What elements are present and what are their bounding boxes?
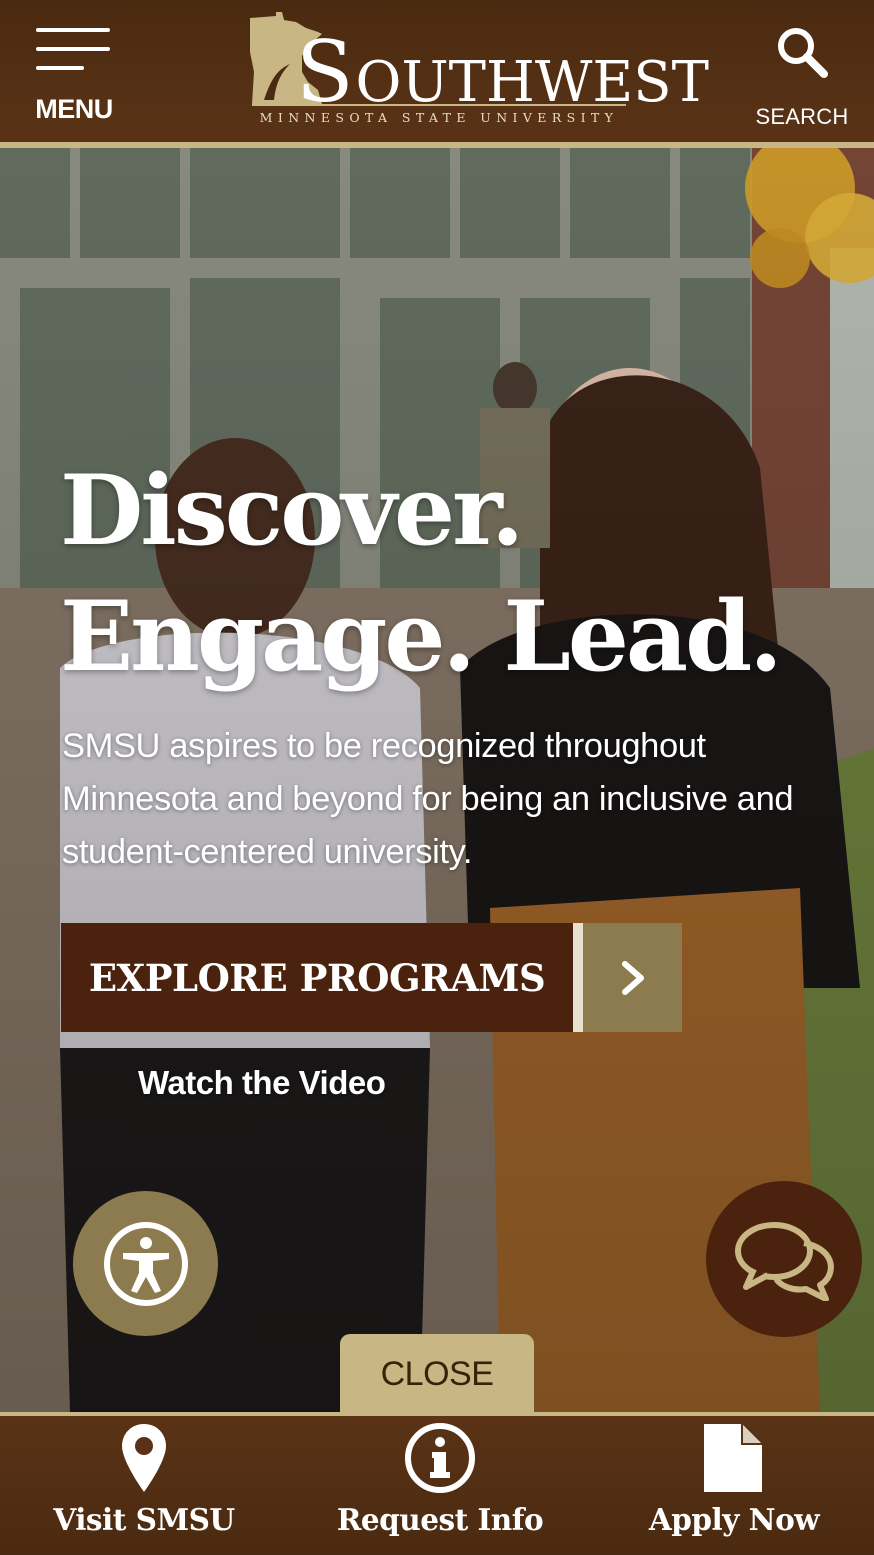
chevron-right-icon — [621, 960, 644, 995]
visit-smsu-button[interactable]: Visit SMSU — [40, 1416, 248, 1555]
bottom-action-bar: Visit SMSU Request Info Apply Now — [0, 1412, 874, 1555]
watch-video-link[interactable]: Watch the Video — [138, 1064, 386, 1102]
hero-section: Discover. Engage. Lead. SMSU aspires to … — [0, 148, 874, 1412]
chat-button[interactable] — [706, 1181, 862, 1337]
map-pin-icon — [122, 1424, 166, 1492]
search-button[interactable]: SEARCH — [750, 20, 854, 132]
hero-headline-line2: Engage. Lead. — [60, 580, 783, 693]
info-circle-icon — [405, 1423, 475, 1493]
search-label: SEARCH — [755, 104, 849, 129]
apply-now-button[interactable]: Apply Now — [636, 1416, 832, 1555]
menu-button[interactable]: MENU — [28, 22, 120, 128]
accessibility-icon — [103, 1221, 188, 1306]
visit-smsu-label: Visit SMSU — [53, 1502, 235, 1537]
close-label: CLOSE — [380, 1354, 494, 1393]
site-header: MENU SOUTHWEST MINNESOTA STATE UNIVERSIT… — [0, 0, 874, 142]
hero-headline-line1: Discover. — [60, 454, 524, 567]
chat-bubbles-icon — [735, 1222, 834, 1301]
search-icon — [778, 28, 828, 78]
explore-programs-button[interactable]: EXPLORE PROGRAMS — [61, 923, 682, 1032]
apply-now-label: Apply Now — [648, 1502, 820, 1537]
logo-tagline: MINNESOTA STATE UNIVERSITY — [259, 110, 619, 125]
request-info-label: Request Info — [336, 1502, 544, 1537]
request-info-button[interactable]: Request Info — [330, 1416, 550, 1555]
document-icon — [704, 1424, 762, 1492]
logo-divider — [252, 104, 626, 106]
hero-headline: Discover. Engage. Lead. — [60, 448, 840, 700]
close-tab-button[interactable]: CLOSE — [340, 1334, 534, 1412]
explore-programs-label: EXPLORE PROGRAMS — [88, 955, 546, 1000]
hamburger-icon — [36, 28, 110, 70]
hero-description: SMSU aspires to be recognized throughout… — [62, 727, 794, 871]
logo-wordmark: SOUTHWEST — [296, 23, 709, 121]
menu-label: MENU — [35, 94, 113, 124]
accessibility-button[interactable] — [73, 1191, 218, 1336]
southwest-logo[interactable]: SOUTHWEST MINNESOTA STATE UNIVERSITY — [246, 12, 709, 130]
